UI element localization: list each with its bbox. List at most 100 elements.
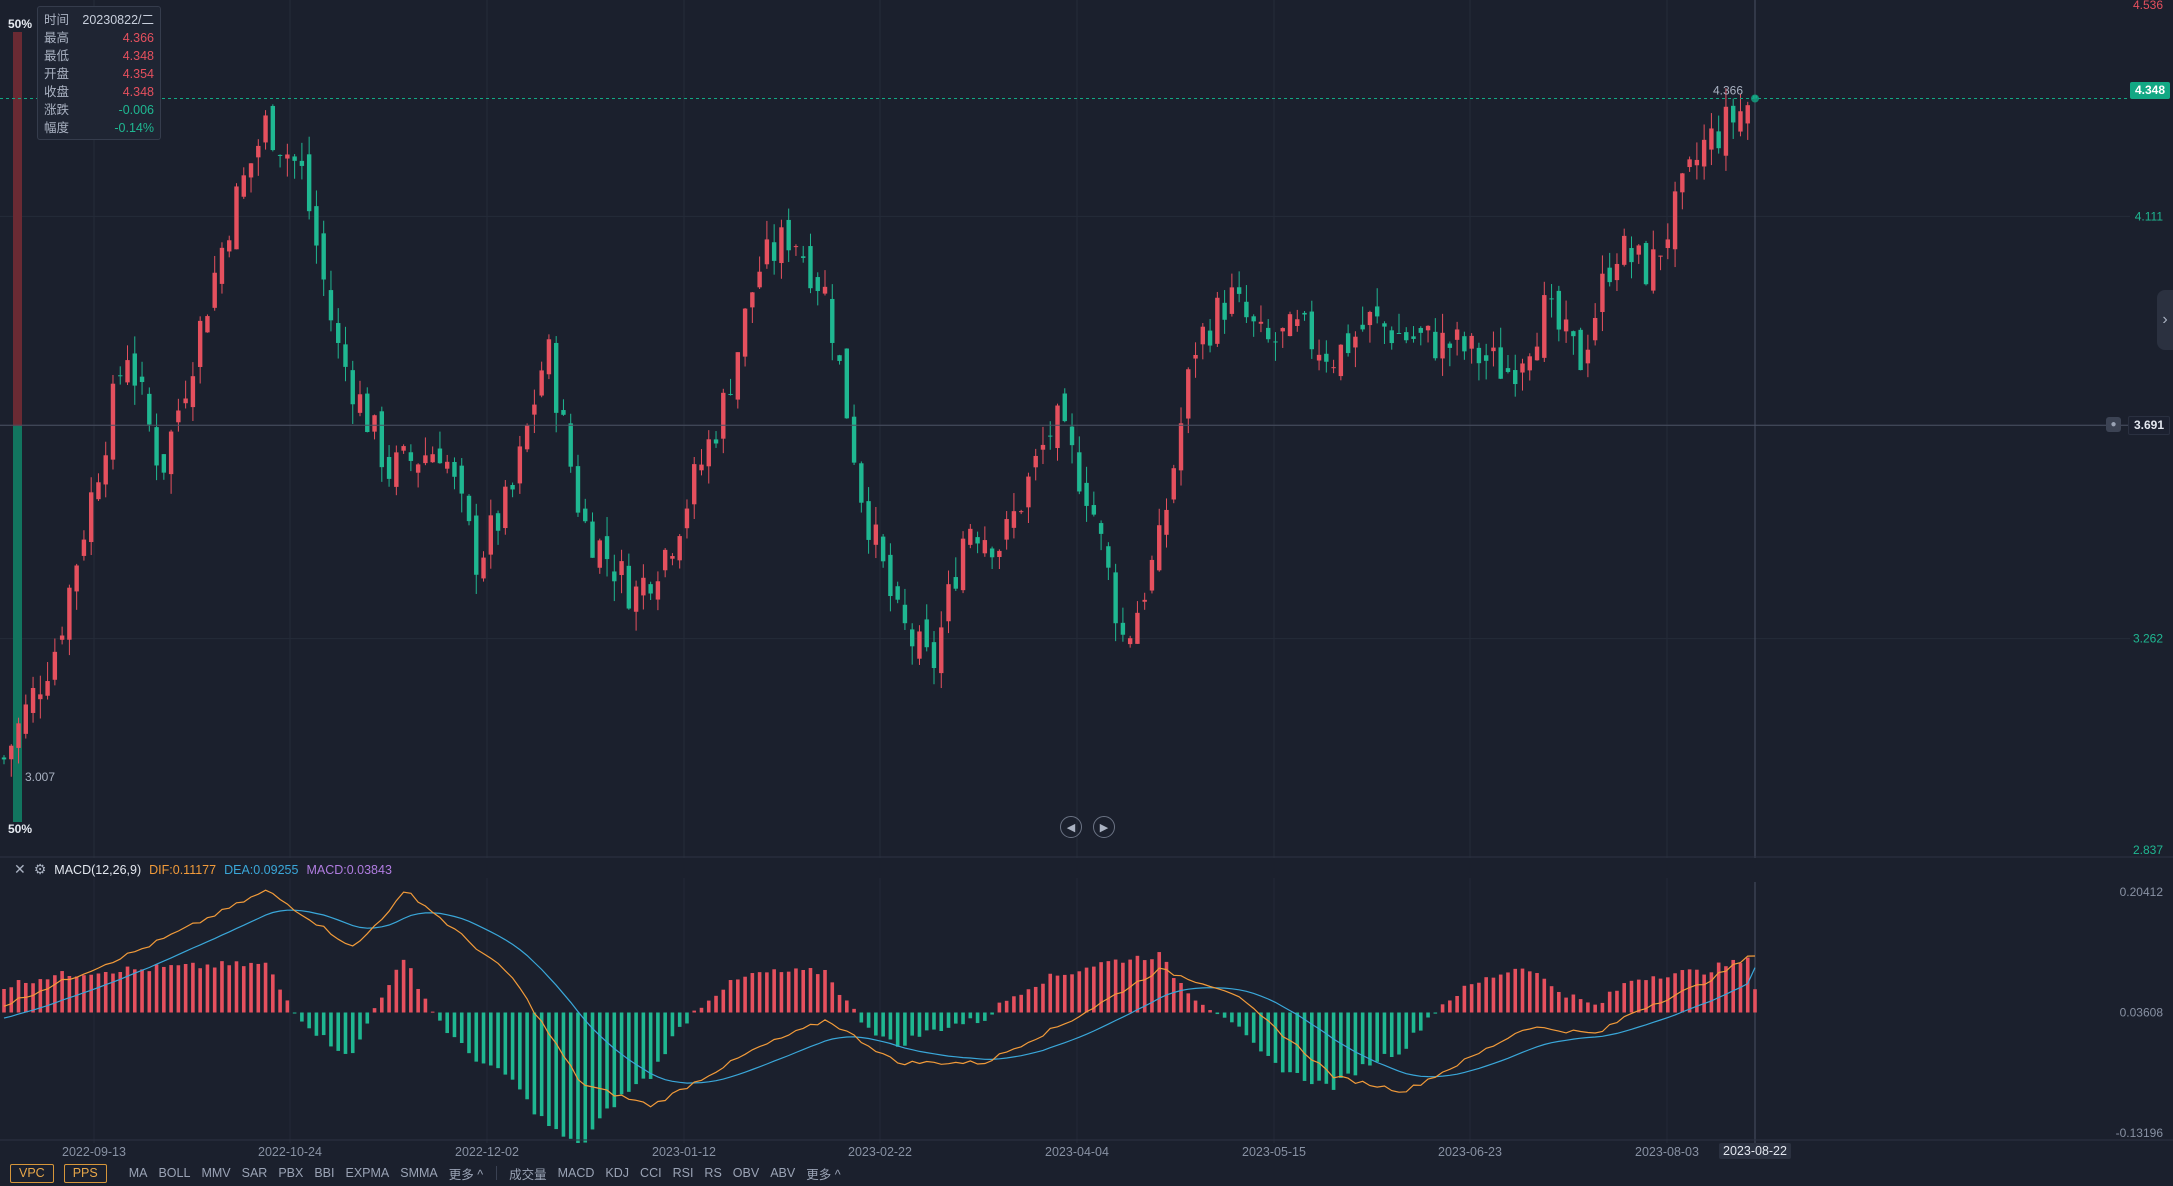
macd-bar bbox=[946, 1012, 951, 1028]
tooltip-label: 涨跌 bbox=[44, 103, 70, 117]
candle-body bbox=[1418, 328, 1423, 333]
vpc-toggle[interactable]: VPC bbox=[10, 1163, 54, 1183]
tooltip-label: 收盘 bbox=[44, 85, 70, 99]
indicator-macd[interactable]: MACD bbox=[558, 1166, 595, 1180]
active-date-label: 2023-08-22 bbox=[1719, 1143, 1791, 1159]
macd-bar bbox=[561, 1012, 566, 1137]
indicator-boll[interactable]: BOLL bbox=[158, 1166, 190, 1180]
candle-body bbox=[285, 154, 290, 159]
candle-body bbox=[641, 577, 646, 596]
macd-bar bbox=[1753, 989, 1757, 1013]
macd-bar bbox=[1687, 969, 1692, 1013]
candle-body bbox=[1193, 354, 1198, 359]
candle-body bbox=[1011, 511, 1017, 528]
macd-bar bbox=[205, 964, 210, 1013]
macd-bar bbox=[2, 988, 6, 1013]
macd-bar bbox=[1607, 991, 1612, 1013]
candle-body bbox=[684, 508, 690, 529]
candle-body bbox=[241, 175, 246, 197]
indicator-volume[interactable]: 成交量 bbox=[509, 1164, 547, 1183]
candle-body bbox=[1287, 314, 1293, 337]
indicator-mmv[interactable]: MMV bbox=[201, 1166, 230, 1180]
candle-body bbox=[67, 587, 72, 640]
macd-bar bbox=[845, 1000, 849, 1013]
candle-body bbox=[1018, 511, 1024, 513]
macd-bar bbox=[939, 1012, 944, 1031]
candle-body bbox=[1040, 444, 1046, 450]
candle-body bbox=[1280, 328, 1285, 332]
macd-bar bbox=[459, 1012, 464, 1044]
macd-bar bbox=[1324, 1012, 1329, 1084]
candle-body bbox=[38, 694, 43, 700]
macd-bar bbox=[663, 1012, 667, 1055]
macd-bar bbox=[932, 1012, 936, 1030]
candle-body bbox=[975, 537, 980, 544]
macd-bar bbox=[1651, 976, 1656, 1013]
macd-bar bbox=[1389, 1012, 1394, 1058]
skip-back-button[interactable]: ◀ bbox=[1060, 816, 1082, 838]
macd-bar bbox=[183, 964, 188, 1013]
candle-body bbox=[960, 538, 966, 591]
macd-chart[interactable]: 0.20412 0.03608 -0.13196 bbox=[0, 858, 2173, 1143]
candle-body bbox=[444, 461, 450, 469]
macd-bar bbox=[728, 980, 733, 1013]
candle-body bbox=[1636, 245, 1641, 255]
skip-forward-button[interactable]: ▶ bbox=[1093, 816, 1115, 838]
macd-bar bbox=[1280, 1012, 1285, 1073]
indicator-cci[interactable]: CCI bbox=[640, 1166, 662, 1180]
macd-bar bbox=[1230, 1012, 1234, 1023]
candle-body bbox=[1498, 347, 1503, 379]
macd-bar bbox=[234, 961, 239, 1013]
macd-bar bbox=[1564, 997, 1568, 1013]
candle-body bbox=[1520, 363, 1525, 373]
indicator-ma[interactable]: MA bbox=[129, 1166, 148, 1180]
candle-body bbox=[670, 556, 675, 559]
candle-body bbox=[1164, 509, 1169, 535]
macd-bar bbox=[1295, 1012, 1300, 1073]
macd-bar bbox=[1121, 962, 1125, 1013]
pps-toggle[interactable]: PPS bbox=[63, 1163, 107, 1183]
macd-bar bbox=[597, 1012, 602, 1119]
candle-body bbox=[132, 353, 137, 386]
macd-bar bbox=[1666, 977, 1670, 1013]
macd-bar bbox=[1724, 966, 1728, 1013]
macd-bar bbox=[1353, 1012, 1358, 1076]
candle-body bbox=[59, 635, 65, 640]
candle-body bbox=[110, 383, 116, 460]
indicator-pbx[interactable]: PBX bbox=[278, 1166, 303, 1180]
candle-body bbox=[880, 536, 886, 562]
macd-bar bbox=[380, 997, 384, 1013]
candle-body bbox=[437, 448, 443, 464]
expand-panel-button[interactable]: › bbox=[2157, 290, 2173, 350]
macd-bar bbox=[1455, 995, 1459, 1013]
candle-body bbox=[1469, 335, 1474, 349]
candle-body bbox=[1745, 105, 1750, 124]
indicator-bbi[interactable]: BBI bbox=[314, 1166, 334, 1180]
indicator-sar[interactable]: SAR bbox=[242, 1166, 268, 1180]
indicator-obv[interactable]: OBV bbox=[733, 1166, 759, 1180]
tooltip-row-change: 涨跌 -0.006 bbox=[44, 101, 154, 119]
macd-bar bbox=[808, 968, 813, 1013]
indicator-kdj[interactable]: KDJ bbox=[605, 1166, 629, 1180]
macd-bar bbox=[496, 1012, 500, 1069]
main-indicators-more[interactable]: 更多 ^ bbox=[449, 1164, 483, 1183]
macd-bar bbox=[125, 966, 130, 1013]
candle-body bbox=[699, 464, 704, 471]
indicator-rs[interactable]: RS bbox=[704, 1166, 721, 1180]
indicator-expma[interactable]: EXPMA bbox=[345, 1166, 389, 1180]
candle-body bbox=[30, 688, 36, 713]
macd-bar bbox=[263, 962, 268, 1013]
sub-indicators-more[interactable]: 更多 ^ bbox=[806, 1164, 840, 1183]
date-label: 2023-05-15 bbox=[1242, 1145, 1306, 1159]
candle-body bbox=[1396, 332, 1402, 334]
indicator-smma[interactable]: SMMA bbox=[400, 1166, 438, 1180]
macd-bar bbox=[147, 971, 152, 1013]
date-label: 2022-12-02 bbox=[455, 1145, 519, 1159]
candlestick-chart[interactable]: 4.536 4.111 3.262 2.837 4.366 3.007 bbox=[0, 0, 2173, 858]
macd-bar bbox=[1288, 1012, 1292, 1073]
indicator-rsi[interactable]: RSI bbox=[673, 1166, 694, 1180]
indicator-abv[interactable]: ABV bbox=[770, 1166, 795, 1180]
macd-bar bbox=[1593, 1004, 1597, 1013]
tooltip-value: -0.14% bbox=[114, 121, 154, 135]
bell-icon[interactable]: ● bbox=[2106, 417, 2121, 432]
